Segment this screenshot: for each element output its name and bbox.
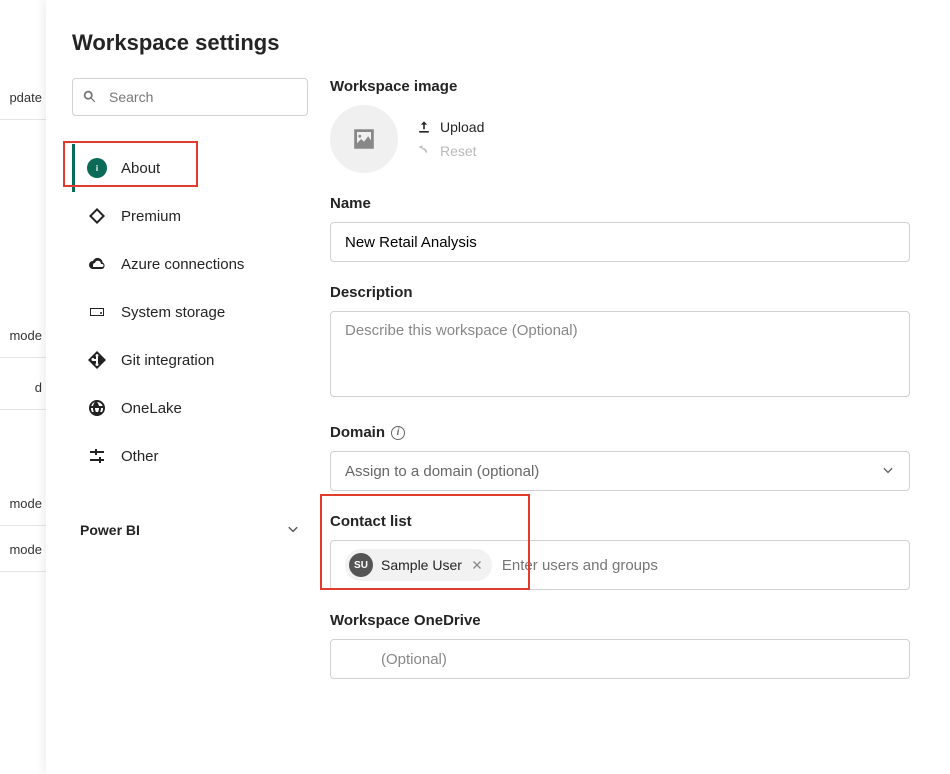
onedrive-input[interactable]: [330, 639, 910, 679]
label-onedrive: Workspace OneDrive: [330, 612, 910, 629]
sidebar-item-label: System storage: [121, 304, 225, 321]
sliders-icon: [87, 446, 107, 466]
avatar: SU: [349, 553, 373, 577]
domain-select[interactable]: Assign to a domain (optional): [330, 451, 910, 491]
upload-button[interactable]: Upload: [416, 119, 484, 135]
undo-icon: [416, 143, 432, 159]
sidebar-item-other[interactable]: Other: [72, 432, 308, 480]
contact-search-input[interactable]: [502, 557, 895, 574]
diamond-icon: [87, 206, 107, 226]
info-icon[interactable]: i: [391, 426, 405, 440]
sidebar-item-about[interactable]: About: [72, 144, 308, 192]
sidebar-item-label: Premium: [121, 208, 181, 225]
reset-button: Reset: [416, 143, 484, 159]
sidebar-expander-powerbi[interactable]: Power BI: [72, 508, 308, 552]
domain-placeholder: Assign to a domain (optional): [345, 463, 539, 480]
background-row: mode: [0, 528, 46, 572]
name-input[interactable]: [330, 222, 910, 262]
label-workspace-image: Workspace image: [330, 78, 910, 95]
sidebar-item-label: Other: [121, 448, 159, 465]
section-workspace-image: Workspace image Upload Reset: [330, 78, 910, 173]
label-description: Description: [330, 284, 910, 301]
storage-icon: [87, 302, 107, 322]
chevron-down-icon: [286, 523, 300, 537]
background-column: pdatemodedmodemode: [0, 0, 46, 774]
section-domain: Domain i Assign to a domain (optional): [330, 424, 910, 491]
section-name: Name: [330, 195, 910, 262]
sidebar-item-azure[interactable]: Azure connections: [72, 240, 308, 288]
background-row: d: [0, 366, 46, 410]
search-input[interactable]: [72, 78, 308, 116]
close-icon[interactable]: [470, 558, 484, 572]
background-row: mode: [0, 314, 46, 358]
sidebar-item-storage[interactable]: System storage: [72, 288, 308, 336]
section-description: Description: [330, 284, 910, 402]
image-icon: [350, 125, 378, 153]
label-contact-list: Contact list: [330, 513, 910, 530]
sidebar-item-label: Git integration: [121, 352, 214, 369]
section-onedrive: Workspace OneDrive: [330, 612, 910, 679]
section-contact-list: Contact list SU Sample User: [330, 513, 910, 590]
sidebar-item-git[interactable]: Git integration: [72, 336, 308, 384]
sidebar-nav: About Premium Azure connections System stor…: [72, 144, 308, 480]
info-icon: [87, 158, 107, 178]
sidebar-item-onelake[interactable]: OneLake: [72, 384, 308, 432]
contact-chip-name: Sample User: [381, 557, 462, 573]
sidebar-item-label: OneLake: [121, 400, 182, 417]
content-area: Workspace image Upload Reset: [330, 78, 910, 701]
sidebar: About Premium Azure connections System stor…: [72, 78, 308, 552]
cloud-icon: [87, 254, 107, 274]
sidebar-item-label: About: [121, 160, 160, 177]
image-placeholder[interactable]: [330, 105, 398, 173]
chevron-down-icon: [881, 464, 895, 478]
upload-icon: [416, 119, 432, 135]
sidebar-item-label: Azure connections: [121, 256, 244, 273]
contact-list-input[interactable]: SU Sample User: [330, 540, 910, 590]
description-textarea[interactable]: [330, 311, 910, 397]
background-row: mode: [0, 482, 46, 526]
search-icon: [82, 89, 98, 105]
background-row: pdate: [0, 76, 46, 120]
settings-panel: Workspace settings About Premium Azure con…: [46, 0, 950, 774]
label-domain: Domain: [330, 424, 385, 441]
globe-icon: [87, 398, 107, 418]
expander-label: Power BI: [80, 522, 140, 538]
sidebar-item-premium[interactable]: Premium: [72, 192, 308, 240]
contact-chip[interactable]: SU Sample User: [345, 549, 492, 581]
label-name: Name: [330, 195, 910, 212]
page-title: Workspace settings: [72, 30, 910, 56]
git-icon: [87, 350, 107, 370]
